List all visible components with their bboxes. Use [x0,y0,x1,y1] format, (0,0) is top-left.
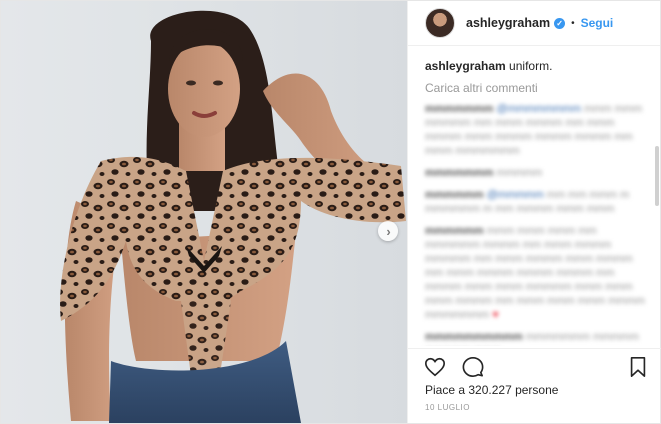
follow-button[interactable]: Segui [581,16,614,30]
list-item: mmmmmmmmmm mmmmmmm mmmmm mmmmm mmm [425,331,639,346]
post-date[interactable]: 10 LUGLIO [425,403,470,412]
avatar[interactable] [425,8,455,38]
bookmark-icon[interactable] [627,356,649,378]
username-link[interactable]: ashleygraham [466,16,550,30]
post-caption: ashleygraham uniform. [425,58,647,74]
comment-icon[interactable] [462,356,484,378]
heart-icon[interactable] [424,356,446,378]
post-photo[interactable]: › [1,1,407,423]
post-header: ashleygraham ✓ • Segui [408,1,660,46]
likes-count[interactable]: Piace a 320.227 persone [425,383,558,397]
instagram-post-modal: › ashleygraham ✓ • Segui ashleygraham un… [0,0,661,424]
caption-username[interactable]: ashleygraham [425,59,506,73]
comments-list[interactable]: ashleygraham uniform. Carica altri comme… [408,46,661,346]
list-item: mmmmmmm @mmmmmmmm mmm mmm mmmmm mm mmm m… [425,103,643,157]
blurred-comments: mmmmmmm @mmmmmmmm mmm mmm mmmmm mm mmm m… [425,102,647,346]
list-item: mmmmmm @mmmmm mm mm mmm m mmmmmm m mm mm… [425,189,630,215]
chevron-right-icon: › [386,223,391,239]
verified-badge-icon: ✓ [554,17,566,29]
list-item: mmmmmm mmm mmm mmm mm mmmmmm mmmm mm mmm… [425,225,645,321]
next-photo-button[interactable]: › [378,221,398,241]
load-more-comments-button[interactable]: Carica altri commenti [425,80,647,96]
caption-text: uniform. [505,59,553,73]
action-bar [408,348,661,384]
post-side-panel: ashleygraham ✓ • Segui ashleygraham unif… [407,1,661,423]
list-item: mmmmmmm mmmmm [425,167,543,179]
comments-scrollbar[interactable] [655,146,659,206]
photo-illustration [60,10,407,423]
header-separator: • [571,17,575,29]
